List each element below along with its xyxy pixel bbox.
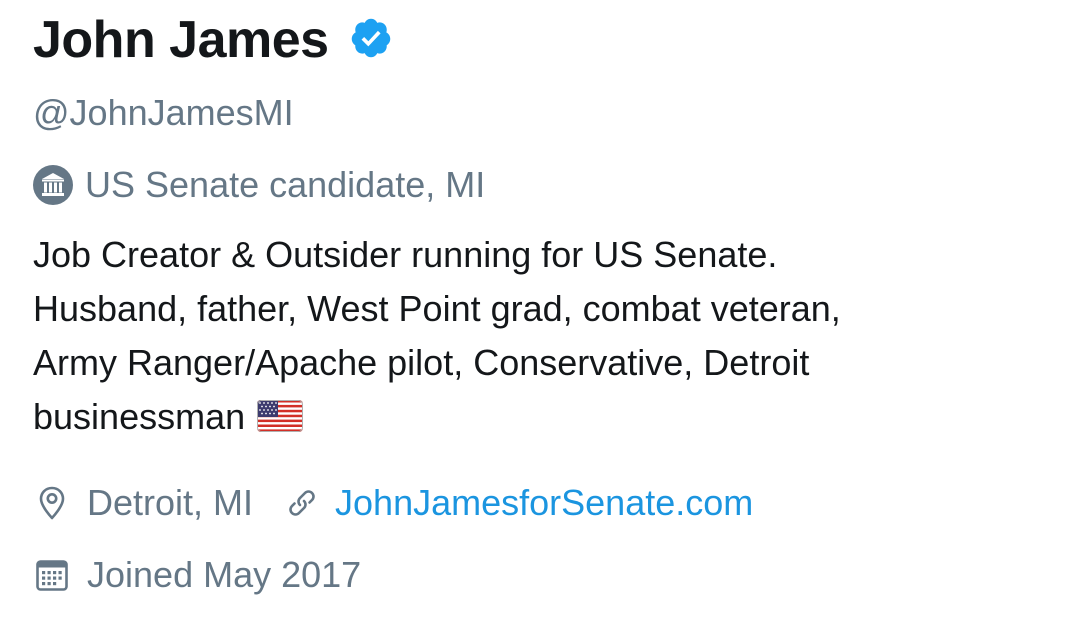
bio-last-line: businessman	[33, 390, 1053, 444]
location-pin-icon	[33, 484, 71, 522]
joined-text: Joined May 2017	[87, 554, 362, 595]
us-flag-emoji	[257, 393, 304, 432]
link-icon	[283, 484, 321, 522]
affiliation-label: US Senate candidate, MI	[33, 162, 485, 208]
profile-header: John James @JohnJamesMI US Senate candid…	[0, 0, 1080, 618]
government-building-icon	[33, 165, 73, 205]
verified-badge-icon	[349, 16, 393, 60]
joined-date-row: Joined May 2017	[33, 552, 361, 598]
bio-line: Husband, father, West Point grad, combat…	[33, 288, 841, 329]
affiliation-text: US Senate candidate, MI	[85, 164, 486, 205]
location-text: Detroit, MI	[87, 482, 254, 523]
bio-line: businessman	[33, 396, 246, 437]
calendar-icon	[33, 556, 71, 594]
user-handle: @JohnJamesMI	[33, 92, 294, 133]
bio-line: Army Ranger/Apache pilot, Conservative, …	[33, 342, 810, 383]
name-row: John James	[33, 8, 393, 72]
profile-meta: Detroit, MI JohnJamesforSenate.com	[33, 480, 753, 526]
bio: Job Creator & Outsider running for US Se…	[33, 228, 1053, 444]
website-link[interactable]: JohnJamesforSenate.com	[335, 480, 753, 526]
bio-line: Job Creator & Outsider running for US Se…	[33, 234, 778, 275]
display-name: John James	[33, 11, 329, 69]
